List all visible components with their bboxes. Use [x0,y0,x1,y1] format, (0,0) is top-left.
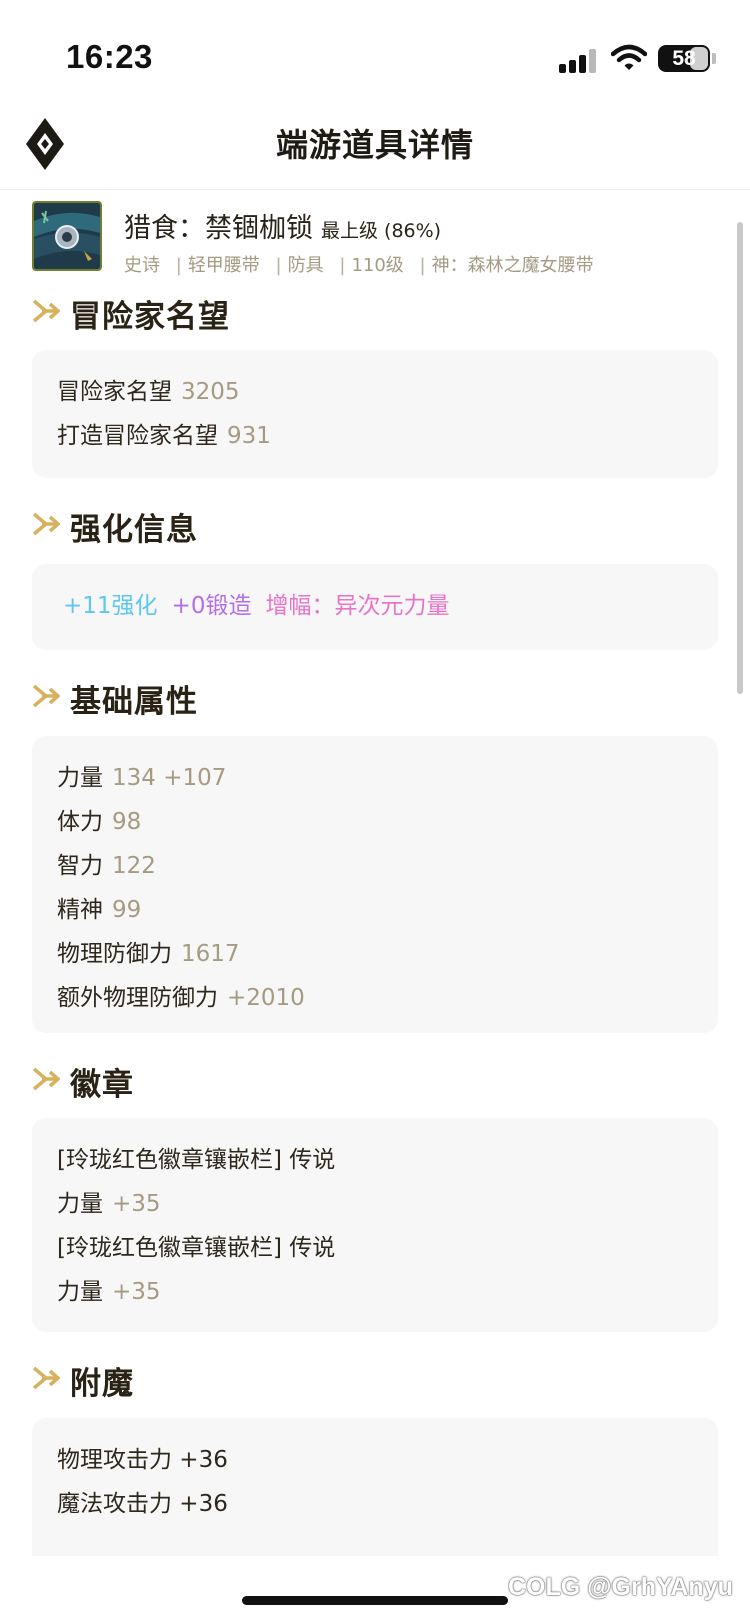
status-bar: 16:23 58 [0,0,750,100]
stat-label: 物理防御力 [57,941,172,967]
item-level: 110级 [351,255,404,276]
nav-bar: 端游道具详情 [0,100,750,190]
stat-label: 冒险家名望 [57,379,172,405]
emblem-slot-label: [玲珑红色徽章镶嵌栏] 传说 [57,1147,336,1173]
stat-row: 力量 +35 [57,1270,693,1314]
stat-value: 122 [112,853,156,879]
enhance-line: +11强化 +0锻造 增幅：异次元力量 [57,584,693,628]
item-category: 防具 [287,255,324,276]
stat-row: 物理攻击力 +36 [57,1438,693,1482]
stat-label: 智力 [57,853,103,879]
item-god-name: 神：森林之魔女腰带 [431,255,594,276]
emblem-card: [玲珑红色徽章镶嵌栏] 传说 力量 +35 [玲珑红色徽章镶嵌栏] 传说 力量 +3… [32,1118,718,1332]
stat-row: 体力 98 [57,800,693,844]
stat-label: 额外物理防御力 [57,985,218,1011]
content-area[interactable]: 猎食：禁锢枷锁 最上级 (86%) 史诗 | 轻甲腰带 | 防具 | 110级 | 神：森… [0,191,750,1556]
stat-row: 精神 99 [57,888,693,932]
stat-label: 精神 [57,897,103,923]
double-arrow-icon [32,512,60,536]
stat-label: 魔法攻击力 +36 [57,1491,228,1517]
section-label: 徽章 [70,1067,134,1103]
item-title-row: 猎食：禁锢枷锁 最上级 (86%) [124,206,441,245]
stat-row: 冒险家名望 3205 [57,370,693,414]
enhance-card: +11强化 +0锻造 增幅：异次元力量 [32,564,718,650]
stat-value: +35 [112,1279,161,1305]
stat-row: 物理防御力 1617 [57,932,693,976]
item-type: 轻甲腰带 [187,255,260,276]
amplify-info: 增幅：异次元力量 [265,593,450,619]
forge-level: +0锻造 [171,593,252,619]
section-label: 基础属性 [70,684,198,720]
belt-icon [34,203,100,269]
stat-label: 力量 [57,1191,103,1217]
section-label: 冒险家名望 [70,299,230,335]
item-name: 猎食：禁锢枷锁 [124,213,313,244]
enchant-card: 物理攻击力 +36 魔法攻击力 +36 [32,1418,718,1556]
status-time: 16:23 [66,38,153,75]
item-icon [32,201,102,271]
wifi-icon [611,44,647,70]
battery-icon: 58 [658,45,710,72]
meta-separator: | [275,255,282,276]
double-arrow-icon [32,1067,60,1091]
section-label: 附魔 [70,1366,134,1402]
watermark: COLG @GrhYAnyu [508,1573,733,1601]
base-stats-card: 力量 134 +107 体力 98 智力 122 精神 99 物理防御力 1617 额外物… [32,736,718,1033]
stat-value: 931 [227,423,271,449]
meta-separator: | [339,255,346,276]
item-meta: 史诗 | 轻甲腰带 | 防具 | 110级 | 神：森林之魔女腰带 [124,251,604,277]
battery-level: 58 [672,47,696,70]
stat-value: +35 [112,1191,161,1217]
stat-value: 3205 [181,379,240,405]
stat-label: 力量 [57,765,103,791]
page-title: 端游道具详情 [275,126,474,164]
stat-value: +2010 [227,985,305,1011]
stat-label: 体力 [57,809,103,835]
stat-row: 打造冒险家名望 931 [57,414,693,458]
stat-value: 98 [112,809,142,835]
emblem-slot-row: [玲珑红色徽章镶嵌栏] 传说 [57,1138,693,1182]
double-arrow-icon [32,1366,60,1390]
meta-separator: | [175,255,182,276]
cellular-signal-icon [559,49,599,73]
stat-row: 智力 122 [57,844,693,888]
stat-value: 134 +107 [112,765,227,791]
stat-value: 1617 [181,941,240,967]
reinforce-level: +11强化 [63,593,158,619]
screen: 16:23 58 端游道具详情 猎食：禁锢枷锁 最上级 (86%) 史诗 | 轻… [0,0,750,1624]
stat-row: 魔法攻击力 +36 [57,1482,693,1526]
battery-cap [712,53,716,64]
stat-label: 打造冒险家名望 [57,423,218,449]
home-indicator[interactable] [242,1596,508,1605]
double-arrow-icon [32,299,60,323]
section-label: 强化信息 [70,512,198,548]
stat-value: 99 [112,897,142,923]
stat-label: 物理攻击力 +36 [57,1447,228,1473]
meta-separator: | [419,255,426,276]
item-grade: 最上级 (86%) [321,220,442,242]
emblem-slot-label: [玲珑红色徽章镶嵌栏] 传说 [57,1235,336,1261]
stat-row: 力量 134 +107 [57,756,693,800]
reputation-card: 冒险家名望 3205 打造冒险家名望 931 [32,350,718,478]
item-header: 猎食：禁锢枷锁 最上级 (86%) 史诗 | 轻甲腰带 | 防具 | 110级 | 神：森… [32,201,712,281]
stat-label: 力量 [57,1279,103,1305]
double-arrow-icon [32,684,60,708]
item-rarity: 史诗 [124,255,160,276]
stat-row: 力量 +35 [57,1182,693,1226]
emblem-slot-row: [玲珑红色徽章镶嵌栏] 传说 [57,1226,693,1270]
stat-row: 额外物理防御力 +2010 [57,976,693,1020]
